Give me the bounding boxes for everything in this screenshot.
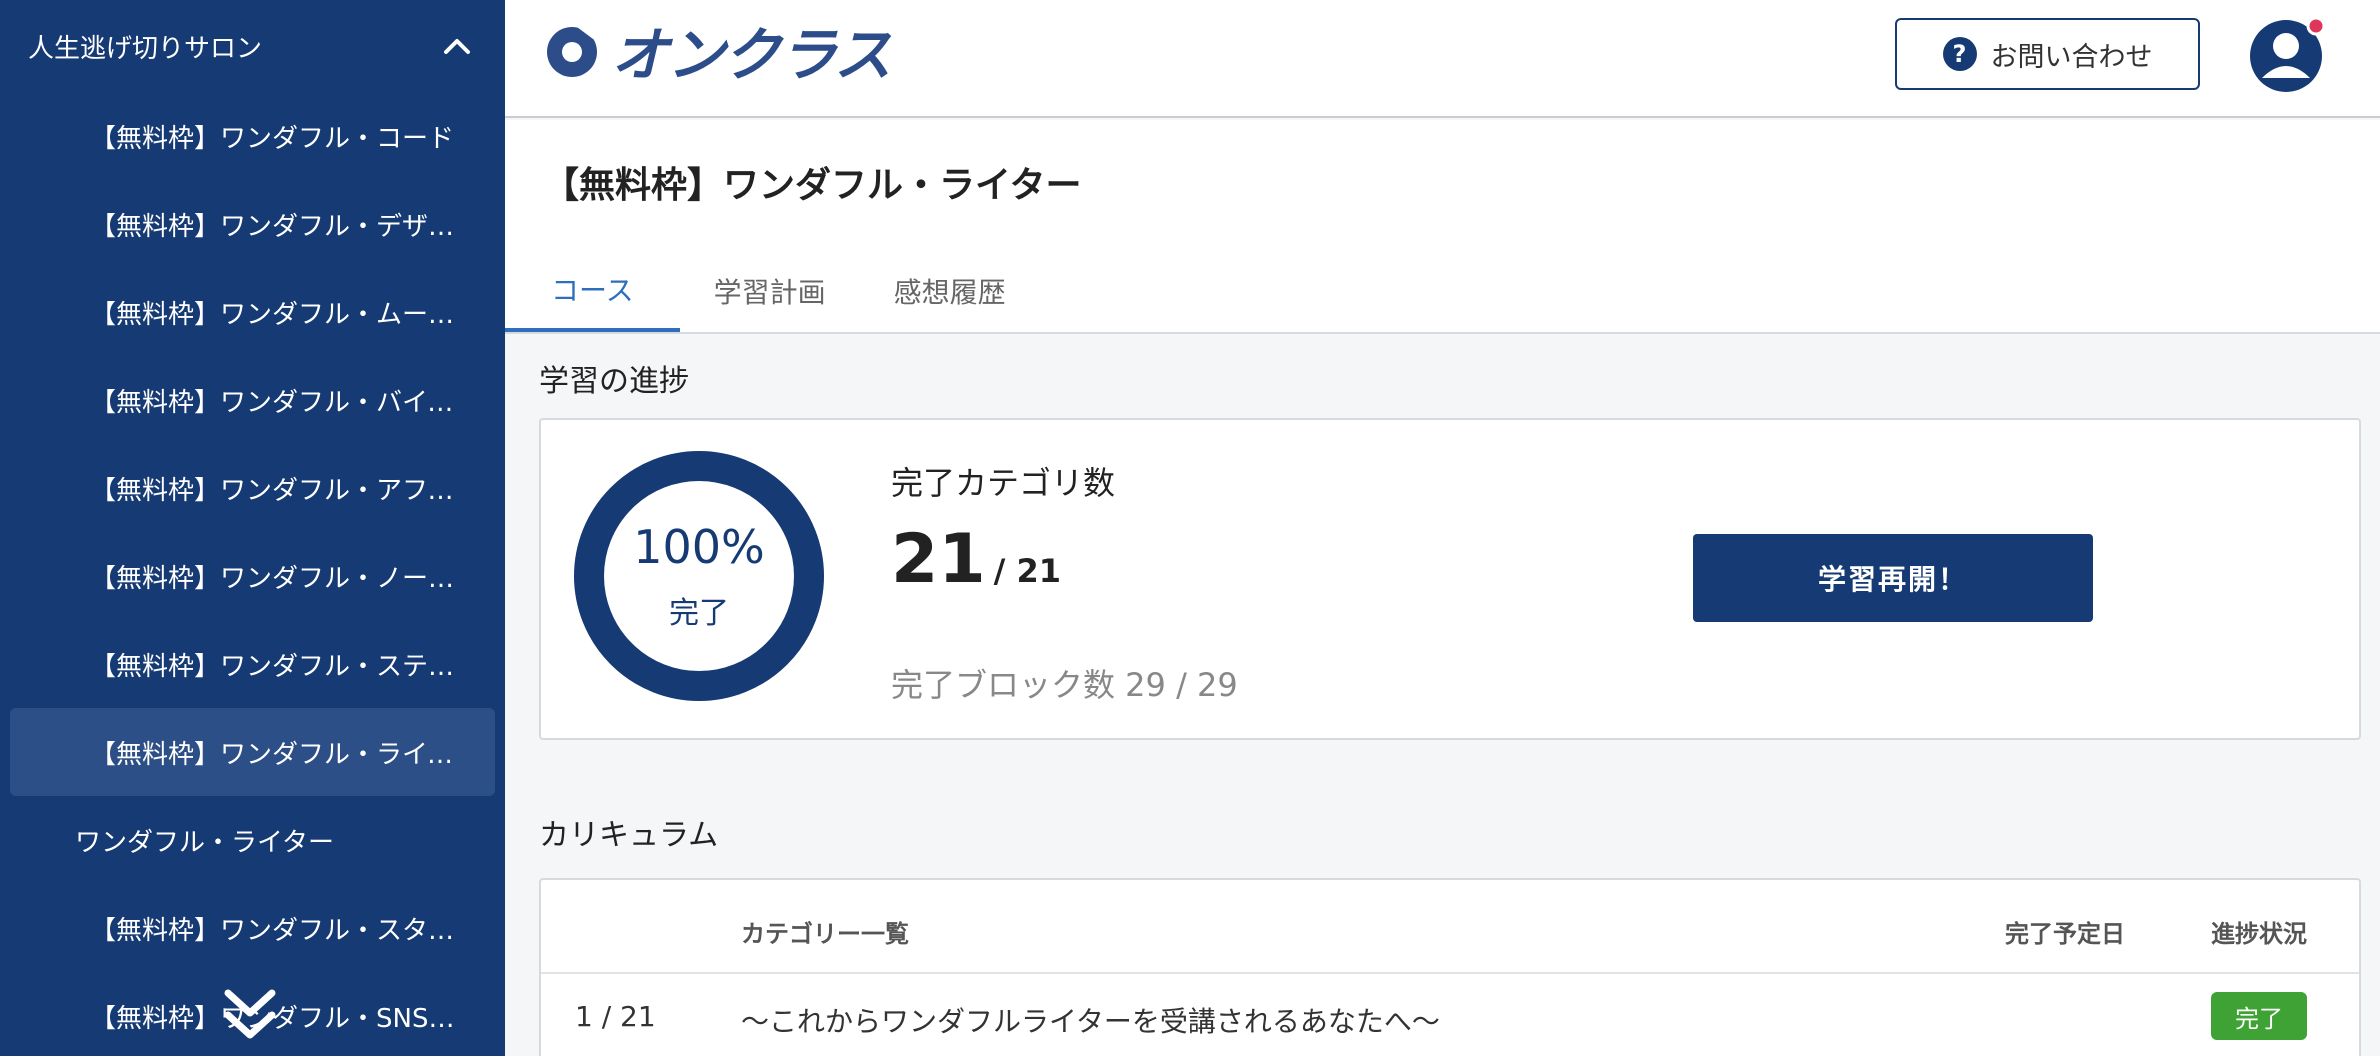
sidebar-item-stylist[interactable]: 【無料枠】ワンダフル・スタイリスト (10, 884, 495, 972)
scroll-down-icon[interactable] (220, 985, 280, 1045)
sidebar-item-step[interactable]: 【無料枠】ワンダフル・ステップ (10, 620, 495, 708)
progress-card: 100% 完了 完了カテゴリ数 21/ 21 完了ブロック数 29 / 29 学… (539, 418, 2361, 740)
completed-categories-value: 21 (891, 520, 986, 599)
user-avatar-icon[interactable] (2248, 14, 2328, 94)
sidebar-item-affiliate[interactable]: 【無料枠】ワンダフル・アフィリエイト (10, 444, 495, 532)
sidebar-item-label: 【無料枠】ワンダフル・アフィリエイト (90, 475, 459, 506)
resume-study-button[interactable]: 学習再開！ (1693, 534, 2093, 622)
sidebar-item-label: 【無料枠】ワンダフル・ノーコード (90, 563, 459, 594)
tab-feedback-history[interactable]: 感想履歴 (860, 250, 1040, 332)
column-header-due-date: 完了予定日 (2005, 920, 2125, 948)
logo-mark-icon (547, 23, 599, 77)
sidebar-item-label: 【無料枠】ワンダフル・ムービー (90, 299, 459, 330)
sidebar-item-label: 【無料枠】ワンダフル・スタイリスト (90, 915, 459, 946)
sidebar-item-movie[interactable]: 【無料枠】ワンダフル・ムービー (10, 268, 495, 356)
table-row[interactable]: 1 / 21 〜これからワンダフルライターを受講されるあなたへ〜 完了 (541, 976, 2359, 1056)
course-header: 【無料枠】ワンダフル・ライター コース 学習計画 感想履歴 (505, 120, 2380, 334)
total-categories-value: / 21 (993, 552, 1061, 590)
sidebar-item-nocode[interactable]: 【無料枠】ワンダフル・ノーコード (10, 532, 495, 620)
row-category-name[interactable]: 〜これからワンダフルライターを受講されるあなたへ〜 (741, 1000, 1440, 1040)
sidebar-item-writer-free[interactable]: 【無料枠】ワンダフル・ライター (10, 708, 495, 796)
sidebar-group-title: 人生逃げ切りサロン (28, 33, 263, 64)
page-title: 【無料枠】ワンダフル・ライター (543, 165, 1082, 206)
status-badge: 完了 (2211, 992, 2307, 1040)
column-header-status: 進捗状況 (2211, 920, 2307, 948)
curriculum-table-header: カテゴリー一覧 完了予定日 進捗状況 (541, 880, 2359, 974)
progress-ring-label: 完了 (669, 596, 729, 631)
completed-categories-count: 21/ 21 (891, 520, 1061, 599)
sidebar-group-header[interactable]: 人生逃げ切りサロン (0, 0, 505, 92)
progress-section-title: 学習の進捗 (539, 364, 689, 399)
tab-study-plan[interactable]: 学習計画 (680, 250, 860, 332)
curriculum-section-title: カリキュラム (539, 818, 719, 853)
sidebar-item-designer[interactable]: 【無料枠】ワンダフル・デザイナー (10, 180, 495, 268)
sidebar-item-writer[interactable]: ワンダフル・ライター (10, 796, 495, 884)
sidebar-item-label: 【無料枠】ワンダフル・デザイナー (90, 211, 459, 242)
sidebar-item-label: 【無料枠】ワンダフル・バイヤー (90, 387, 459, 418)
contact-button-label: お問い合わせ (1990, 41, 2153, 73)
top-header: オンクラス ? お問い合わせ (505, 0, 2380, 118)
completed-categories-label: 完了カテゴリ数 (891, 464, 1116, 502)
row-number: 1 / 21 (575, 1000, 656, 1033)
sidebar-item-label: 【無料枠】ワンダフル・ライター (90, 739, 459, 770)
sidebar-course-list: 【無料枠】ワンダフル・コード 【無料枠】ワンダフル・デザイナー 【無料枠】ワンダ… (0, 92, 505, 1056)
main-content: 【無料枠】ワンダフル・ライター コース 学習計画 感想履歴 学習の進捗 100%… (505, 120, 2380, 1056)
sidebar-item-label: 【無料枠】ワンダフル・ステップ (90, 651, 459, 682)
completed-blocks-text: 完了ブロック数 29 / 29 (891, 666, 1238, 704)
sidebar-item-label: 【無料枠】ワンダフル・コード (90, 123, 455, 154)
progress-percent: 100% (633, 520, 765, 574)
question-icon: ? (1942, 37, 1977, 71)
course-tabs: コース 学習計画 感想履歴 (505, 250, 1040, 334)
column-header-category-list: カテゴリー一覧 (741, 920, 909, 948)
progress-ring (574, 451, 824, 701)
sidebar-item-buyer[interactable]: 【無料枠】ワンダフル・バイヤー (10, 356, 495, 444)
tab-course[interactable]: コース (505, 250, 680, 332)
curriculum-table: カテゴリー一覧 完了予定日 進捗状況 1 / 21 〜これからワンダフルライター… (539, 878, 2361, 1056)
contact-button[interactable]: ? お問い合わせ (1895, 18, 2200, 90)
logo[interactable]: オンクラス (543, 18, 892, 89)
sidebar-item-label: ワンダフル・ライター (75, 827, 334, 858)
chevron-up-icon[interactable] (437, 26, 477, 66)
logo-text: オンクラス (611, 21, 892, 89)
sidebar-item-code[interactable]: 【無料枠】ワンダフル・コード (10, 92, 495, 180)
sidebar: 人生逃げ切りサロン 【無料枠】ワンダフル・コード 【無料枠】ワンダフル・デザイナ… (0, 0, 505, 1056)
